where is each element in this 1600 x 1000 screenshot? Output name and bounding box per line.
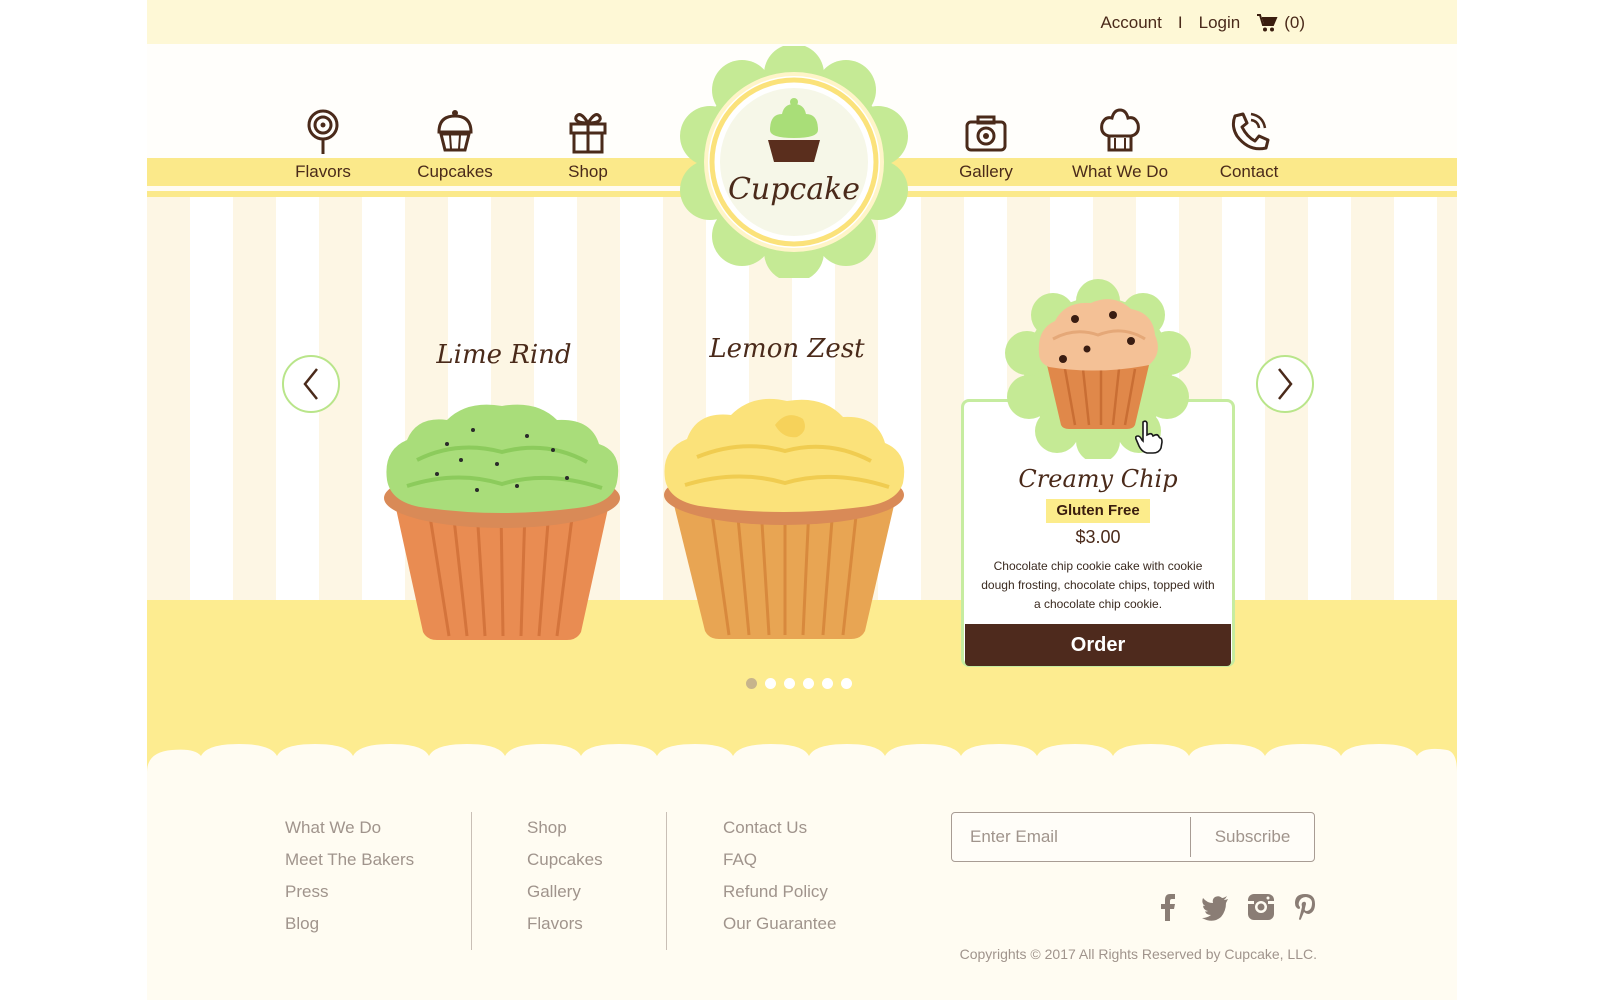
newsletter-form: Subscribe xyxy=(951,812,1315,862)
product-name: Lime Rind xyxy=(436,340,572,370)
pagination-dot[interactable] xyxy=(784,678,795,689)
subscribe-button[interactable]: Subscribe xyxy=(1191,813,1314,861)
nav-label: Flavors xyxy=(295,162,351,181)
footer-divider xyxy=(471,812,472,950)
footer-link[interactable]: Press xyxy=(285,882,414,902)
order-button[interactable]: Order xyxy=(965,624,1231,666)
page: Account I Login (0) Flavors Cupcakes Sho… xyxy=(147,0,1457,1000)
gift-icon xyxy=(569,113,607,154)
next-arrow-button[interactable] xyxy=(1256,355,1314,413)
footer-link[interactable]: Meet The Bakers xyxy=(285,850,414,870)
featured-description: Chocolate chip cookie cake with cookie d… xyxy=(981,559,1215,611)
pagination-dot[interactable] xyxy=(822,678,833,689)
nav-contact[interactable]: Contact xyxy=(1189,108,1309,182)
nav-cupcakes[interactable]: Cupcakes xyxy=(395,108,515,182)
lemon-zest-cupcake-image[interactable] xyxy=(657,395,912,645)
pagination-dot[interactable] xyxy=(803,678,814,689)
featured-price: $3.00 xyxy=(1075,527,1121,547)
nav-label: Cupcakes xyxy=(417,162,493,181)
prev-arrow-button[interactable] xyxy=(282,355,340,413)
pagination-dot[interactable] xyxy=(765,678,776,689)
nav-gallery[interactable]: Gallery xyxy=(926,108,1046,182)
footer-col-2: Shop Cupcakes Gallery Flavors xyxy=(527,818,603,946)
featured-product-name: Creamy Chip xyxy=(1018,465,1178,493)
chevron-left-icon xyxy=(303,368,318,400)
cupcake-icon xyxy=(437,110,473,152)
login-link[interactable]: Login xyxy=(1199,13,1241,33)
top-bar: Account I Login (0) xyxy=(147,0,1457,44)
pinterest-icon[interactable] xyxy=(1293,893,1319,921)
nav-label: Gallery xyxy=(959,162,1013,181)
product-name: Lemon Zest xyxy=(709,334,865,364)
nav-label: Contact xyxy=(1219,162,1279,181)
chevron-right-icon xyxy=(1278,368,1293,400)
slider-pagination xyxy=(746,678,852,689)
gluten-free-badge: Gluten Free xyxy=(1046,499,1150,523)
footer-link[interactable]: Our Guarantee xyxy=(723,914,836,934)
facebook-icon[interactable] xyxy=(1155,893,1181,921)
footer-link[interactable]: What We Do xyxy=(285,818,414,838)
creamy-chip-cupcake-image[interactable] xyxy=(1003,279,1193,459)
email-input[interactable] xyxy=(952,813,1190,861)
footer-link[interactable]: Blog xyxy=(285,914,414,934)
footer-link[interactable]: Shop xyxy=(527,818,603,838)
social-links xyxy=(1155,893,1319,921)
footer-link[interactable]: Gallery xyxy=(527,882,603,902)
footer-link[interactable]: Cupcakes xyxy=(527,850,603,870)
pagination-dot[interactable] xyxy=(746,678,757,689)
hand-pointer-icon xyxy=(1135,420,1163,454)
phone-icon xyxy=(1231,112,1270,151)
lollipop-icon xyxy=(307,109,339,154)
lime-rind-cupcake-image[interactable] xyxy=(377,400,627,645)
footer-link[interactable]: Contact Us xyxy=(723,818,836,838)
logo-text: Cupcake xyxy=(727,172,861,207)
footer-link[interactable]: Refund Policy xyxy=(723,882,836,902)
account-links: Account I Login (0) xyxy=(1100,13,1305,33)
separator: I xyxy=(1177,13,1183,32)
footer-col-3: Contact Us FAQ Refund Policy Our Guarant… xyxy=(723,818,836,946)
camera-icon xyxy=(965,115,1007,152)
chef-hat-icon xyxy=(1100,108,1140,152)
scallop-divider xyxy=(147,742,1457,772)
twitter-icon[interactable] xyxy=(1201,893,1228,921)
cupcake-logo[interactable] xyxy=(678,46,910,278)
footer-col-1: What We Do Meet The Bakers Press Blog xyxy=(285,818,414,946)
nav-shop[interactable]: Shop xyxy=(528,108,648,182)
nav-flavors[interactable]: Flavors xyxy=(263,108,383,182)
nav-label: Shop xyxy=(568,162,608,181)
footer-divider xyxy=(666,812,667,950)
nav-what-we-do[interactable]: What We Do xyxy=(1060,108,1180,182)
cart-count: (0) xyxy=(1284,13,1305,32)
cart-button[interactable]: (0) xyxy=(1256,13,1305,33)
pagination-dot[interactable] xyxy=(841,678,852,689)
copyright-text: Copyrights © 2017 All Rights Reserved by… xyxy=(959,946,1317,962)
footer-link[interactable]: Flavors xyxy=(527,914,603,934)
nav-label: What We Do xyxy=(1071,162,1169,181)
cart-icon xyxy=(1257,14,1278,32)
instagram-icon[interactable] xyxy=(1247,893,1274,921)
footer-link[interactable]: FAQ xyxy=(723,850,836,870)
account-link[interactable]: Account xyxy=(1100,13,1161,33)
